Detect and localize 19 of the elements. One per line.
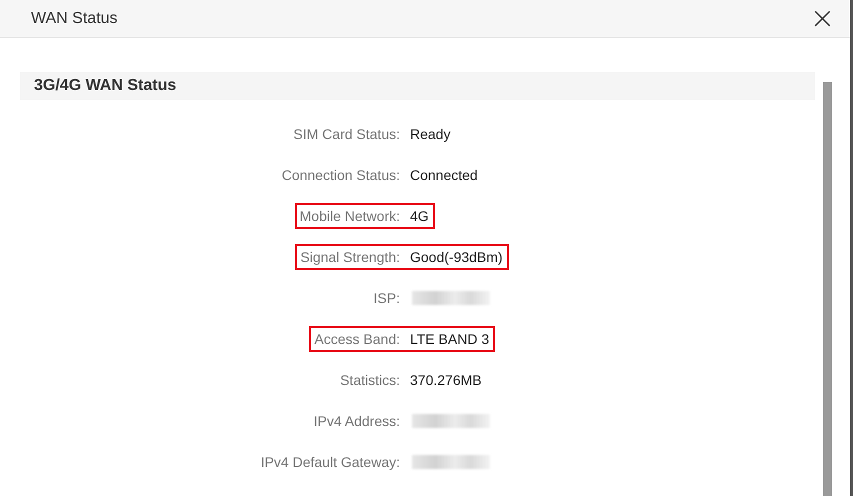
field-label: Signal Strength: (295, 244, 410, 270)
section-title: 3G/4G WAN Status (34, 77, 176, 95)
field-label: Mobile Network: (294, 202, 410, 228)
dialog-title: WAN Status (31, 10, 118, 28)
field-label: IPv4 Default Gateway: (260, 452, 401, 472)
field-label: Connection Status: (280, 166, 401, 184)
field-value: Ready (410, 124, 452, 144)
field-label: Access Band: (309, 326, 410, 352)
field-label: Statistics: (339, 370, 401, 390)
field-value: Connected (410, 166, 479, 184)
close-button[interactable]: × (810, 6, 835, 30)
field-label: IPv4 Address: (312, 412, 401, 430)
field-value: Good(-93dBm) (410, 244, 509, 270)
field-value: 4G (410, 202, 435, 228)
field-value: LTE BAND 3 (410, 326, 496, 352)
field-label: ISP: (372, 288, 401, 308)
scrollbar-thumb[interactable] (823, 82, 832, 496)
field-value: 370.276MB (410, 370, 483, 390)
field-label: SIM Card Status: (292, 124, 401, 144)
